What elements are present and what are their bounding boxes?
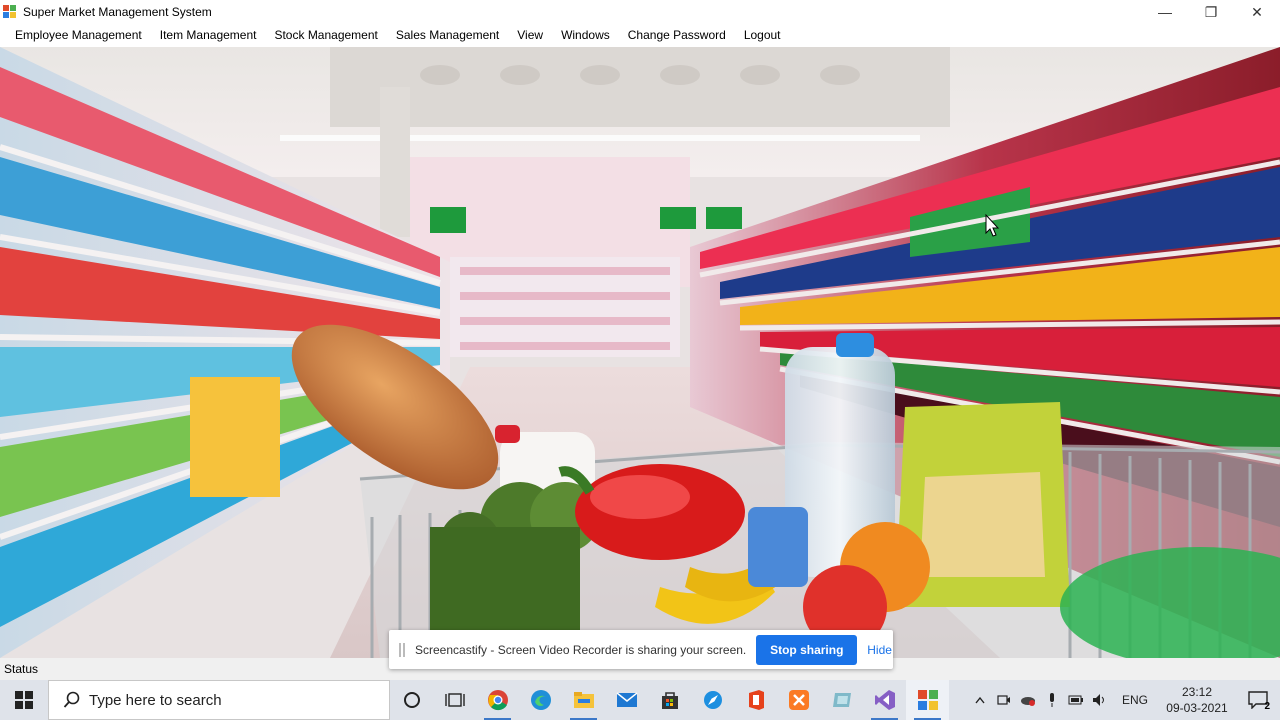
clock-time: 23:12 — [1181, 685, 1213, 699]
stop-sharing-button[interactable]: Stop sharing — [756, 634, 858, 665]
taskbar-edge[interactable] — [519, 680, 562, 720]
office-icon — [748, 690, 764, 710]
taskbar-office[interactable] — [734, 680, 777, 720]
search-placeholder: Type here to search — [89, 691, 222, 709]
edge-icon — [530, 690, 551, 710]
cortana-icon — [403, 692, 420, 708]
taskbar-file-explorer[interactable] — [562, 680, 605, 720]
taskbar-xampp[interactable] — [777, 680, 820, 720]
mail-icon — [616, 692, 637, 707]
battery-icon — [1068, 695, 1083, 705]
menu-change-password[interactable]: Change Password — [619, 24, 735, 46]
menu-item-management[interactable]: Item Management — [151, 24, 266, 46]
camera-icon — [997, 695, 1010, 705]
task-view-button[interactable] — [433, 680, 476, 720]
status-label: Status — [4, 662, 39, 676]
close-button[interactable]: ✕ — [1234, 0, 1280, 24]
task-view-icon — [444, 693, 465, 707]
file-explorer-icon — [573, 692, 594, 708]
taskbar-search-box[interactable]: Type here to search — [48, 680, 390, 720]
menu-logout[interactable]: Logout — [735, 24, 790, 46]
background-image — [0, 47, 1280, 658]
taskbar-app[interactable] — [820, 680, 863, 720]
visual-studio-icon — [874, 690, 895, 710]
start-button[interactable] — [0, 680, 48, 720]
windows-logo-icon — [15, 691, 33, 709]
app-icon — [832, 693, 851, 707]
microphone-icon — [1049, 693, 1054, 707]
taskbar-store[interactable] — [648, 680, 691, 720]
window-title: Super Market Management System — [23, 5, 212, 19]
minimize-button[interactable]: — — [1142, 0, 1188, 24]
search-icon — [63, 691, 80, 708]
action-center-button[interactable]: 2 — [1236, 680, 1280, 720]
system-tray: ENG 23:12 09-03-2021 2 — [968, 680, 1280, 720]
taskbar-safari[interactable] — [691, 680, 734, 720]
menu-bar: Employee Management Item Management Stoc… — [0, 24, 1280, 46]
app-window-icon — [3, 5, 17, 19]
speaker-icon — [1092, 694, 1104, 706]
menu-employee-management[interactable]: Employee Management — [6, 24, 151, 46]
safari-icon — [703, 691, 722, 709]
clock-date: 09-03-2021 — [1166, 701, 1228, 715]
menu-sales-management[interactable]: Sales Management — [387, 24, 508, 46]
menu-stock-management[interactable]: Stock Management — [265, 24, 386, 46]
drag-handle-icon[interactable] — [399, 642, 411, 657]
language-indicator[interactable]: ENG — [1112, 693, 1158, 707]
taskbar-winforms-app[interactable] — [906, 680, 949, 720]
chevron-up-icon — [975, 696, 985, 704]
tray-battery[interactable] — [1064, 680, 1088, 720]
tray-onedrive[interactable] — [1016, 680, 1040, 720]
title-bar: Super Market Management System — ❐ ✕ — [0, 0, 1280, 24]
tray-meet-now[interactable] — [992, 680, 1016, 720]
menu-windows[interactable]: Windows — [552, 24, 619, 46]
tray-volume[interactable] — [1088, 680, 1112, 720]
store-icon — [661, 692, 678, 709]
show-hidden-icons-button[interactable] — [968, 680, 992, 720]
notification-count: 2 — [1264, 701, 1270, 712]
winforms-app-icon — [917, 690, 938, 710]
chrome-icon — [487, 690, 508, 711]
menu-view[interactable]: View — [508, 24, 552, 46]
clock[interactable]: 23:12 09-03-2021 — [1158, 684, 1236, 716]
tray-microphone[interactable] — [1040, 680, 1064, 720]
cortana-button[interactable] — [390, 680, 433, 720]
taskbar: Type here to search ENG 23:12 09-03-2021… — [0, 680, 1280, 720]
screen-share-banner: Screencastify - Screen Video Recorder is… — [389, 630, 893, 669]
window-controls: — ❐ ✕ — [1142, 0, 1280, 24]
cloud-sync-icon — [1020, 697, 1035, 706]
supermarket-aisle-image — [0, 47, 1280, 658]
taskbar-mail[interactable] — [605, 680, 648, 720]
taskbar-visual-studio[interactable] — [863, 680, 906, 720]
hide-button[interactable]: Hide — [867, 643, 892, 657]
xampp-icon — [788, 690, 809, 710]
taskbar-chrome[interactable] — [476, 680, 519, 720]
share-message: Screencastify - Screen Video Recorder is… — [415, 642, 747, 657]
maximize-button[interactable]: ❐ — [1188, 0, 1234, 24]
